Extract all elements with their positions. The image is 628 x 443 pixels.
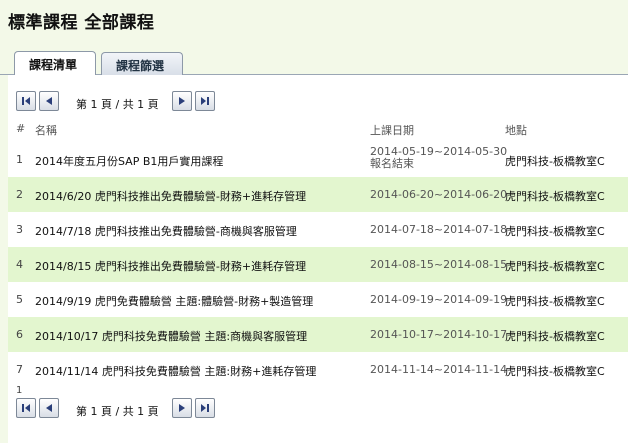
first-page-icon bbox=[22, 404, 30, 412]
row-num: 2 bbox=[16, 188, 23, 201]
row-location: 虎門科技-板橋教室C bbox=[505, 365, 605, 378]
row-num: 5 bbox=[16, 293, 23, 306]
table-header: # 名稱 上課日期 地點 bbox=[8, 122, 628, 142]
header-date: 上課日期 bbox=[370, 124, 414, 137]
header-num: # bbox=[16, 122, 26, 135]
page-info: 第 1 頁 / 共 1 頁 bbox=[76, 405, 159, 418]
row-date: 2014-06-20~2014-06-20 bbox=[370, 188, 508, 201]
prev-page-button[interactable] bbox=[39, 398, 59, 418]
next-page-icon bbox=[179, 97, 185, 105]
row-name: 2014年度五月份SAP B1用戶實用課程 bbox=[35, 155, 224, 168]
row-name: 2014/11/14 虎門科技免費體驗營 主題:財務+進耗存管理 bbox=[35, 365, 317, 378]
table-row[interactable]: 7 2014/11/14 虎門科技免費體驗營 主題:財務+進耗存管理 2014-… bbox=[8, 352, 628, 387]
row-num: 7 bbox=[16, 363, 23, 376]
row-date: 2014-11-14~2014-11-14 bbox=[370, 363, 508, 376]
page-info: 第 1 頁 / 共 1 頁 bbox=[76, 98, 159, 111]
row-name: 2014/7/18 虎門科技推出免費體驗營-商機與客服管理 bbox=[35, 225, 297, 238]
tab-course-filter[interactable]: 課程篩選 bbox=[101, 52, 183, 76]
row-location: 虎門科技-板橋教室C bbox=[505, 155, 605, 168]
row-location: 虎門科技-板橋教室C bbox=[505, 225, 605, 238]
prev-page-icon bbox=[46, 404, 52, 412]
pager-bottom: 第 1 頁 / 共 1 頁 bbox=[16, 398, 256, 420]
next-page-button[interactable] bbox=[172, 398, 192, 418]
tab-course-list[interactable]: 課程清單 bbox=[14, 51, 96, 76]
row-location: 虎門科技-板橋教室C bbox=[505, 330, 605, 343]
page-count-label: 1 bbox=[16, 385, 23, 396]
row-location: 虎門科技-板橋教室C bbox=[505, 190, 605, 203]
last-page-icon bbox=[201, 404, 209, 412]
row-num: 1 bbox=[16, 153, 23, 166]
course-list-panel: 第 1 頁 / 共 1 頁 # 名稱 上課日期 地點 1 2014年度五月份SA… bbox=[8, 75, 628, 443]
header-name: 名稱 bbox=[35, 124, 57, 137]
last-page-button[interactable] bbox=[195, 91, 215, 111]
tab-bar: 課程清單 課程篩選 bbox=[0, 50, 628, 76]
first-page-button[interactable] bbox=[16, 398, 36, 418]
page-title: 標準課程 全部課程 bbox=[8, 13, 155, 33]
row-name: 2014/10/17 虎門科技免費體驗營 主題:商機與客服管理 bbox=[35, 330, 308, 343]
row-date: 2014-10-17~2014-10-17 bbox=[370, 328, 508, 341]
table-row[interactable]: 1 2014年度五月份SAP B1用戶實用課程 2014-05-19~2014-… bbox=[8, 142, 628, 177]
row-date: 2014-05-19~2014-05-30 報名結束 bbox=[370, 145, 508, 170]
next-page-button[interactable] bbox=[172, 91, 192, 111]
row-num: 3 bbox=[16, 223, 23, 236]
row-date: 2014-07-18~2014-07-18 bbox=[370, 223, 508, 236]
row-date: 2014-09-19~2014-09-19 bbox=[370, 293, 508, 306]
next-page-icon bbox=[179, 404, 185, 412]
table-row[interactable]: 2 2014/6/20 虎門科技推出免費體驗營-財務+進耗存管理 2014-06… bbox=[8, 177, 628, 212]
first-page-button[interactable] bbox=[16, 91, 36, 111]
row-location: 虎門科技-板橋教室C bbox=[505, 295, 605, 308]
table-row[interactable]: 4 2014/8/15 虎門科技推出免費體驗營-財務+進耗存管理 2014-08… bbox=[8, 247, 628, 282]
prev-page-button[interactable] bbox=[39, 91, 59, 111]
header-location: 地點 bbox=[505, 124, 527, 137]
registration-status: 報名結束 bbox=[370, 157, 414, 170]
pager-top: 第 1 頁 / 共 1 頁 bbox=[16, 91, 256, 113]
row-num: 6 bbox=[16, 328, 23, 341]
table-row[interactable]: 3 2014/7/18 虎門科技推出免費體驗營-商機與客服管理 2014-07-… bbox=[8, 212, 628, 247]
row-num: 4 bbox=[16, 258, 23, 271]
row-location: 虎門科技-板橋教室C bbox=[505, 260, 605, 273]
prev-page-icon bbox=[46, 97, 52, 105]
last-page-button[interactable] bbox=[195, 398, 215, 418]
table-row[interactable]: 5 2014/9/19 虎門免費體驗營 主題:體驗營-財務+製造管理 2014-… bbox=[8, 282, 628, 317]
row-name: 2014/6/20 虎門科技推出免費體驗營-財務+進耗存管理 bbox=[35, 190, 307, 203]
table-row[interactable]: 6 2014/10/17 虎門科技免費體驗營 主題:商機與客服管理 2014-1… bbox=[8, 317, 628, 352]
row-date: 2014-08-15~2014-08-15 bbox=[370, 258, 508, 271]
row-name: 2014/9/19 虎門免費體驗營 主題:體驗營-財務+製造管理 bbox=[35, 295, 314, 308]
last-page-icon bbox=[201, 97, 209, 105]
row-name: 2014/8/15 虎門科技推出免費體驗營-財務+進耗存管理 bbox=[35, 260, 307, 273]
first-page-icon bbox=[22, 97, 30, 105]
